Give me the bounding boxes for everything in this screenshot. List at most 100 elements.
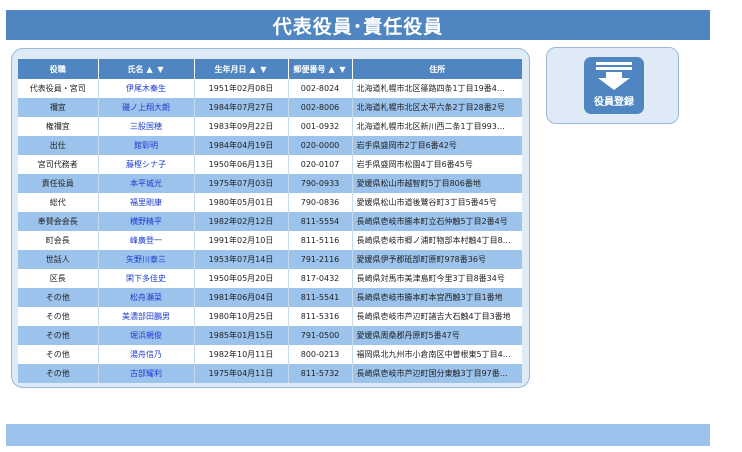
cell-address: 北海道札幌市北区篠路四条1丁目19番4… — [352, 79, 522, 98]
cell-name-link[interactable]: 矢野川泰三 — [98, 250, 195, 269]
cell-dob: 1950年06月13日 — [194, 155, 289, 174]
cell-name-link[interactable]: 閑下多佳史 — [98, 269, 195, 288]
cell-role: 宮司代務者 — [18, 155, 99, 174]
cell-address: 愛媛県伊予郡砥部町原町978番36号 — [352, 250, 522, 269]
cell-address: 福岡県北九州市小倉南区中曽根東5丁目4… — [352, 345, 522, 364]
cell-address: 長崎県壱岐市勝本町本宮西触3丁目1番地 — [352, 288, 522, 307]
cell-role: その他 — [18, 307, 99, 326]
cell-address: 愛媛県周桑郡丹原町5番47号 — [352, 326, 522, 345]
cell-address: 愛媛県松山市越智町5丁目806番地 — [352, 174, 522, 193]
cell-zip: 791-0500 — [288, 326, 353, 345]
cell-dob: 1982年02月12日 — [194, 212, 289, 231]
officer-table: 役職 氏名 ▲ ▼ 生年月日 ▲ ▼ 郵便番号 ▲ ▼ 住所 代表役員・宮司 伊尾木秦生… — [18, 59, 522, 383]
table-row[interactable]: その他 古部耀利 1975年04月11日 811-5732 長崎県壱岐市芦辺町国分東触3… — [18, 364, 522, 383]
table-row[interactable]: その他 湯舟信乃 1982年10月11日 800-0213 福岡県北九州市小倉南区中曽根… — [18, 345, 522, 364]
register-officer-label: 役員登録 — [594, 97, 634, 108]
cell-role: 代表役員・宮司 — [18, 79, 99, 98]
cell-role: 責任役員 — [18, 174, 99, 193]
cell-zip: 817-0432 — [288, 269, 353, 288]
cell-name-link[interactable]: 館彰明 — [98, 136, 195, 155]
cell-name-link[interactable]: 古部耀利 — [98, 364, 195, 383]
cell-zip: 791-2116 — [288, 250, 353, 269]
cell-zip: 790-0933 — [288, 174, 353, 193]
cell-address: 北海道札幌市北区新川西二条1丁目993… — [352, 117, 522, 136]
table-row[interactable]: 町会長 峰廣登一 1991年02月10日 811-5116 長崎県壱岐市郷ノ浦町物部本村… — [18, 231, 522, 250]
cell-dob: 1983年09月22日 — [194, 117, 289, 136]
cell-name-link[interactable]: 峰廣登一 — [98, 231, 195, 250]
cell-name-link[interactable]: 美濃部田鵬男 — [98, 307, 195, 326]
sort-arrows-icon[interactable]: ▲ ▼ — [249, 65, 267, 74]
cell-dob: 1975年04月11日 — [194, 364, 289, 383]
cell-zip: 020-0000 — [288, 136, 353, 155]
cell-zip: 811-5554 — [288, 212, 353, 231]
cell-address: 長崎県壱岐市芦辺町国分東触3丁目97番… — [352, 364, 522, 383]
column-header-dob[interactable]: 生年月日 ▲ ▼ — [194, 59, 289, 79]
officer-table-body: 代表役員・宮司 伊尾木秦生 1951年02月08日 002-8024 北海道札幌市北区篠… — [18, 79, 522, 383]
table-row[interactable]: 総代 福里剛康 1980年05月01日 790-0836 愛媛県松山市道後鷺谷町3丁目5… — [18, 193, 522, 212]
cell-name-link[interactable]: 磯ノ上翔大朗 — [98, 98, 195, 117]
sort-arrows-icon[interactable]: ▲ ▼ — [146, 65, 164, 74]
cell-role: 総代 — [18, 193, 99, 212]
table-row[interactable]: 宮司代務者 藤樫シナ子 1950年06月13日 020-0107 岩手県盛岡市松園4丁目… — [18, 155, 522, 174]
table-row[interactable]: 出仕 館彰明 1984年04月19日 020-0000 岩手県盛岡市2丁目6番42号 — [18, 136, 522, 155]
cell-role: 町会長 — [18, 231, 99, 250]
table-row[interactable]: その他 松舟瀬菜 1981年06月04日 811-5541 長崎県壱岐市勝本町本宮西触3… — [18, 288, 522, 307]
cell-zip: 002-8024 — [288, 79, 353, 98]
cell-name-link[interactable]: 本平城光 — [98, 174, 195, 193]
table-row[interactable]: 禰宜 磯ノ上翔大朗 1984年07月27日 002-8006 北海道札幌市北区太平六条2… — [18, 98, 522, 117]
cell-name-link[interactable]: 三股国穂 — [98, 117, 195, 136]
cell-role: その他 — [18, 364, 99, 383]
table-row[interactable]: その他 堀浜親俊 1985年01月15日 791-0500 愛媛県周桑郡丹原町5番47号 — [18, 326, 522, 345]
cell-role: 区長 — [18, 269, 99, 288]
cell-dob: 1981年06月04日 — [194, 288, 289, 307]
cell-role: 出仕 — [18, 136, 99, 155]
table-row[interactable]: その他 美濃部田鵬男 1980年10月25日 811-5316 長崎県壱岐市芦辺町諸吉大… — [18, 307, 522, 326]
register-officer-button[interactable]: 役員登録 — [584, 57, 644, 114]
cell-name-link[interactable]: 堀浜親俊 — [98, 326, 195, 345]
cell-role: 禰宜 — [18, 98, 99, 117]
table-row[interactable]: 代表役員・宮司 伊尾木秦生 1951年02月08日 002-8024 北海道札幌市北区篠… — [18, 79, 522, 98]
cell-zip: 811-5316 — [288, 307, 353, 326]
cell-address: 北海道札幌市北区太平六条2丁目28番2号 — [352, 98, 522, 117]
cell-dob: 1984年04月19日 — [194, 136, 289, 155]
cell-zip: 811-5732 — [288, 364, 353, 383]
cell-dob: 1950年05月20日 — [194, 269, 289, 288]
cell-name-link[interactable]: 福里剛康 — [98, 193, 195, 212]
cell-name-link[interactable]: 松舟瀬菜 — [98, 288, 195, 307]
sort-arrows-icon[interactable]: ▲ ▼ — [328, 65, 346, 74]
cell-zip: 811-5116 — [288, 231, 353, 250]
table-row[interactable]: 世話人 矢野川泰三 1953年07月14日 791-2116 愛媛県伊予郡砥部町原町97… — [18, 250, 522, 269]
column-header-name[interactable]: 氏名 ▲ ▼ — [98, 59, 195, 79]
cell-zip: 020-0107 — [288, 155, 353, 174]
download-arrow-icon — [596, 62, 632, 90]
page-title-bar: 代表役員･責任役員 — [6, 10, 710, 40]
cell-address: 長崎県壱岐市郷ノ浦町物部本村触4丁目8… — [352, 231, 522, 250]
cell-zip: 811-5541 — [288, 288, 353, 307]
table-row[interactable]: 区長 閑下多佳史 1950年05月20日 817-0432 長崎県対馬市美津島町今里3丁… — [18, 269, 522, 288]
column-header-role: 役職 — [18, 59, 99, 79]
cell-zip: 800-0213 — [288, 345, 353, 364]
table-header-row: 役職 氏名 ▲ ▼ 生年月日 ▲ ▼ 郵便番号 ▲ ▼ 住所 — [18, 59, 522, 79]
cell-dob: 1975年07月03日 — [194, 174, 289, 193]
cell-address: 愛媛県松山市道後鷺谷町3丁目5番45号 — [352, 193, 522, 212]
table-row[interactable]: 奉賛会会長 横野精平 1982年02月12日 811-5554 長崎県壱岐市勝本町立石仲… — [18, 212, 522, 231]
cell-role: その他 — [18, 345, 99, 364]
column-header-zip[interactable]: 郵便番号 ▲ ▼ — [288, 59, 353, 79]
cell-role: その他 — [18, 326, 99, 345]
cell-address: 長崎県対馬市美津島町今里3丁目8番34号 — [352, 269, 522, 288]
cell-name-link[interactable]: 横野精平 — [98, 212, 195, 231]
cell-role: 権禰宜 — [18, 117, 99, 136]
cell-name-link[interactable]: 藤樫シナ子 — [98, 155, 195, 174]
table-row[interactable]: 権禰宜 三股国穂 1983年09月22日 001-0932 北海道札幌市北区新川西二条1… — [18, 117, 522, 136]
cell-role: 奉賛会会長 — [18, 212, 99, 231]
column-header-address: 住所 — [352, 59, 522, 79]
cell-address: 岩手県盛岡市2丁目6番42号 — [352, 136, 522, 155]
cell-dob: 1951年02月08日 — [194, 79, 289, 98]
cell-role: その他 — [18, 288, 99, 307]
page-title: 代表役員･責任役員 — [272, 15, 444, 38]
cell-name-link[interactable]: 湯舟信乃 — [98, 345, 195, 364]
cell-address: 長崎県壱岐市芦辺町諸吉大石触4丁目3番地 — [352, 307, 522, 326]
table-row[interactable]: 責任役員 本平城光 1975年07月03日 790-0933 愛媛県松山市越智町5丁目8… — [18, 174, 522, 193]
cell-name-link[interactable]: 伊尾木秦生 — [98, 79, 195, 98]
register-panel: 役員登録 — [546, 47, 679, 124]
